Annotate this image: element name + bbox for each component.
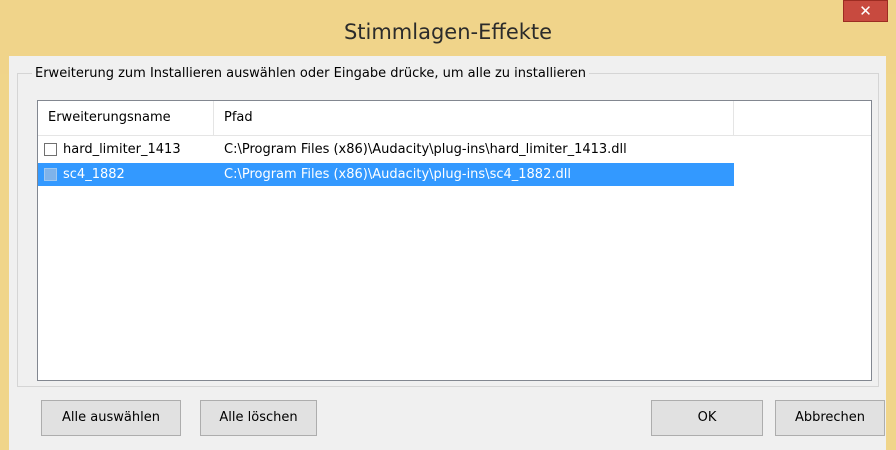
column-header-path[interactable]: Pfad <box>214 101 734 135</box>
ok-button[interactable]: OK <box>651 400 763 436</box>
checkbox[interactable] <box>44 143 57 156</box>
extension-path: C:\Program Files (x86)\Audacity\plug-ins… <box>224 167 571 182</box>
close-icon: ✕ <box>859 2 872 20</box>
extension-path: C:\Program Files (x86)\Audacity\plug-ins… <box>224 142 627 157</box>
cancel-button[interactable]: Abbrechen <box>775 400 885 436</box>
checkbox[interactable] <box>44 168 57 181</box>
clear-all-button[interactable]: Alle löschen <box>200 400 317 436</box>
dialog-window: Stimmlagen-Effekte ✕ Erweiterung zum Ins… <box>0 0 896 450</box>
list-item[interactable]: hard_limiter_1413 C:\Program Files (x86)… <box>38 138 734 161</box>
column-header-name[interactable]: Erweiterungsname <box>38 101 214 135</box>
extension-name: hard_limiter_1413 <box>63 142 181 157</box>
extension-list[interactable]: Erweiterungsname Pfad hard_limiter_1413 … <box>37 100 872 381</box>
window-title: Stimmlagen-Effekte <box>343 20 553 44</box>
list-item[interactable]: sc4_1882 C:\Program Files (x86)\Audacity… <box>38 163 734 186</box>
select-all-button[interactable]: Alle auswählen <box>41 400 181 436</box>
list-header: Erweiterungsname Pfad <box>38 101 871 136</box>
group-label: Erweiterung zum Installieren auswählen o… <box>32 66 589 81</box>
extension-name: sc4_1882 <box>63 167 125 182</box>
close-button[interactable]: ✕ <box>843 0 888 22</box>
